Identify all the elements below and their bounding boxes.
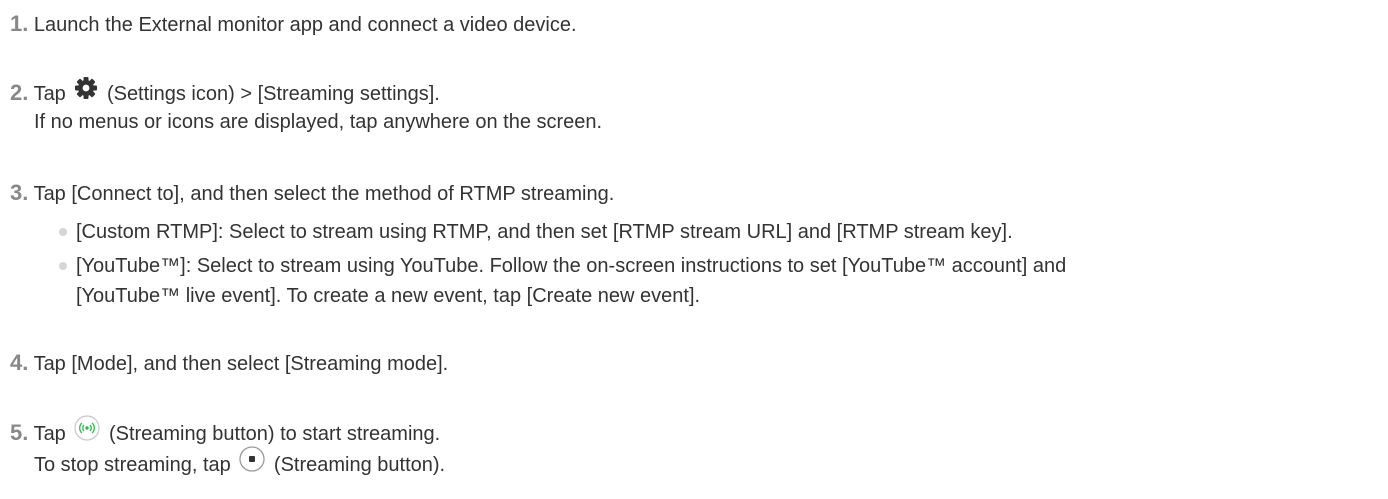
note-text-after-icon: (Streaming button). [273,453,446,476]
step-number: 5. [10,419,29,445]
streaming-start-icon [74,415,100,450]
step-4: 4. Tap [Mode], and then select [Streamin… [10,348,448,379]
note-text-before-icon: To stop streaming, tap [34,453,231,476]
step-5: 5. Tap (Streaming button) to start strea… [10,415,441,452]
step-1: 1. Launch the External monitor app and c… [10,9,577,40]
list-item-text: [Custom RTMP]: Select to stream using RT… [76,221,1013,243]
step-number: 1. [10,11,29,36]
step-text-before-icon: Tap [33,83,66,105]
step-5-note: To stop streaming, tap (Streaming button… [34,446,446,483]
step-text-after-icon: (Settings icon) > [Streaming settings]. [106,83,440,105]
streaming-stop-icon [239,446,265,481]
list-item-text: [YouTube™]: Select to stream using YouTu… [76,255,1067,277]
step-text: Launch the External monitor app and conn… [33,14,577,36]
step-number: 4. [10,350,29,375]
bullet-dot [59,262,67,270]
list-item-text-cont: [YouTube™ live event]. To create a new e… [76,285,701,307]
list-item: [YouTube™]: Select to stream using YouTu… [59,251,1376,311]
step-text: Tap [Connect to], and then select the me… [33,183,615,205]
step-number: 3. [10,180,29,205]
step-2: 2. Tap (Settings icon) > [Streaming sett… [10,76,440,111]
step-3: 3. Tap [Connect to], and then select the… [10,178,614,209]
step-number: 2. [10,80,29,105]
step-text: Tap [Mode], and then select [Streaming m… [33,353,449,375]
step-text-before-icon: Tap [33,422,66,445]
gear-icon [74,76,98,109]
step-text-after-icon: (Streaming button) to start streaming. [108,422,441,445]
step-2-note: If no menus or icons are displayed, tap … [34,111,603,133]
list-item: [Custom RTMP]: Select to stream using RT… [59,217,1376,247]
bullet-dot [59,228,67,236]
